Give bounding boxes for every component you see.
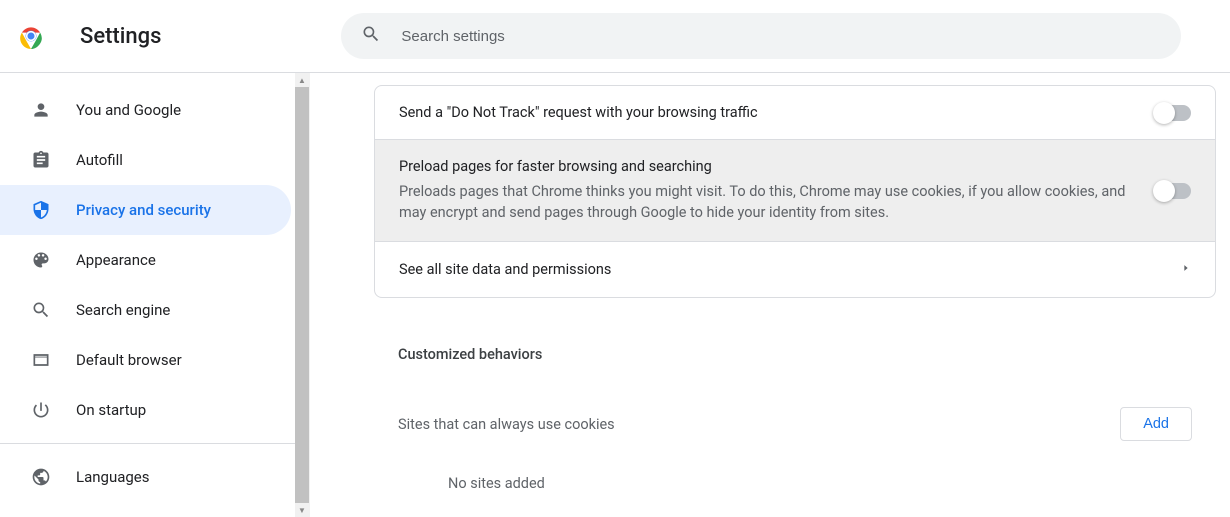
- sidebar-item-default[interactable]: Default browser: [0, 335, 291, 385]
- sidebar-item-appear[interactable]: Appearance: [0, 235, 291, 285]
- scroll-thumb[interactable]: [295, 87, 309, 503]
- page-title: Settings: [80, 24, 161, 49]
- setting-row[interactable]: See all site data and permissions: [375, 241, 1215, 297]
- sidebar-item-label: Privacy and security: [76, 201, 211, 219]
- palette-icon: [30, 249, 52, 271]
- clipboard-icon: [30, 149, 52, 171]
- globe-icon: [30, 466, 52, 488]
- row-text: Preload pages for faster browsing and se…: [399, 158, 1155, 223]
- row-text: See all site data and permissions: [399, 261, 1173, 278]
- browser-icon: [30, 349, 52, 371]
- scroll-down-icon[interactable]: ▼: [295, 503, 309, 517]
- section-title: Customized behaviors: [398, 346, 1216, 363]
- sites-label: Sites that can always use cookies: [398, 416, 615, 433]
- sidebar-item-autofill[interactable]: Autofill: [0, 135, 291, 185]
- chrome-logo-icon: [18, 23, 44, 49]
- setting-row: Preload pages for faster browsing and se…: [375, 139, 1215, 241]
- scroll-up-icon[interactable]: ▲: [295, 73, 309, 87]
- sidebar-item-label: Autofill: [76, 151, 123, 169]
- no-sites-text: No sites added: [448, 475, 1216, 492]
- sidebar-item-label: Appearance: [76, 251, 156, 269]
- sites-row: Sites that can always use cookies Add: [374, 407, 1216, 441]
- search-box[interactable]: [341, 13, 1181, 59]
- row-title: See all site data and permissions: [399, 261, 1149, 278]
- power-icon: [30, 399, 52, 421]
- sidebar-item-label: Languages: [76, 468, 150, 486]
- sidebar: You and Google Autofill Privacy and securi…: [0, 73, 310, 517]
- toggle-switch[interactable]: [1155, 183, 1191, 199]
- add-button[interactable]: Add: [1120, 407, 1192, 441]
- search-input[interactable]: [401, 28, 1161, 45]
- content-area: Send a "Do Not Track" request with your …: [310, 73, 1230, 517]
- row-title: Send a "Do Not Track" request with your …: [399, 104, 1131, 121]
- sidebar-item-label: You and Google: [76, 101, 181, 119]
- row-title: Preload pages for faster browsing and se…: [399, 158, 1131, 175]
- row-text: Send a "Do Not Track" request with your …: [399, 104, 1155, 121]
- sidebar-item-you[interactable]: You and Google: [0, 85, 291, 135]
- sidebar-item-lang[interactable]: Languages: [0, 452, 291, 502]
- sidebar-item-label: Default browser: [76, 351, 182, 369]
- sidebar-item-label: On startup: [76, 401, 146, 419]
- nav-divider: [0, 443, 309, 444]
- sidebar-item-search[interactable]: Search engine: [0, 285, 291, 335]
- header-bar: Settings: [0, 0, 1230, 73]
- sidebar-item-label: Search engine: [76, 301, 170, 319]
- sidebar-scrollbar[interactable]: ▲ ▼: [295, 73, 309, 517]
- person-icon: [30, 99, 52, 121]
- search-icon: [30, 299, 52, 321]
- sidebar-item-startup[interactable]: On startup: [0, 385, 291, 435]
- setting-row: Send a "Do Not Track" request with your …: [375, 86, 1215, 139]
- shield-icon: [30, 199, 52, 221]
- sidebar-item-privacy[interactable]: Privacy and security: [0, 185, 291, 235]
- chevron-right-icon: [1181, 260, 1191, 279]
- toggle-switch[interactable]: [1155, 105, 1191, 121]
- settings-card: Send a "Do Not Track" request with your …: [374, 85, 1216, 298]
- search-icon: [361, 24, 401, 48]
- row-description: Preloads pages that Chrome thinks you mi…: [399, 181, 1131, 223]
